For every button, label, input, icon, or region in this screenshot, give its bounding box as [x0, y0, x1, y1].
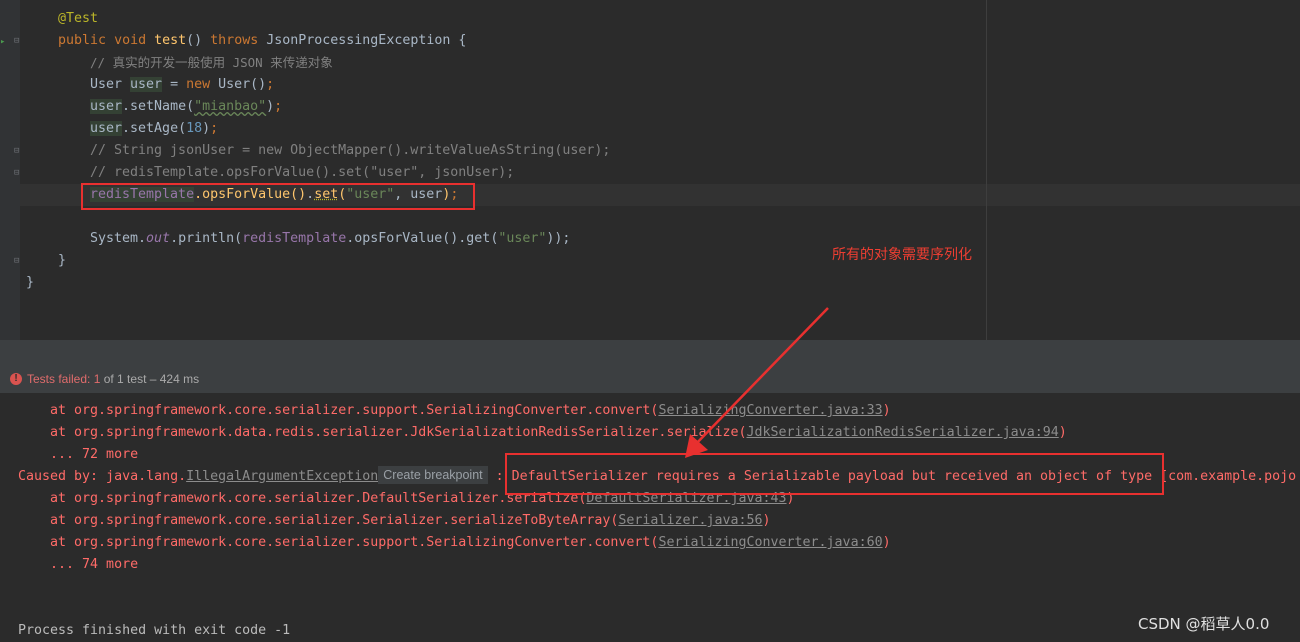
annotation-arrow [685, 307, 829, 458]
watermark: CSDN @稻草人0.0 [1138, 615, 1270, 633]
